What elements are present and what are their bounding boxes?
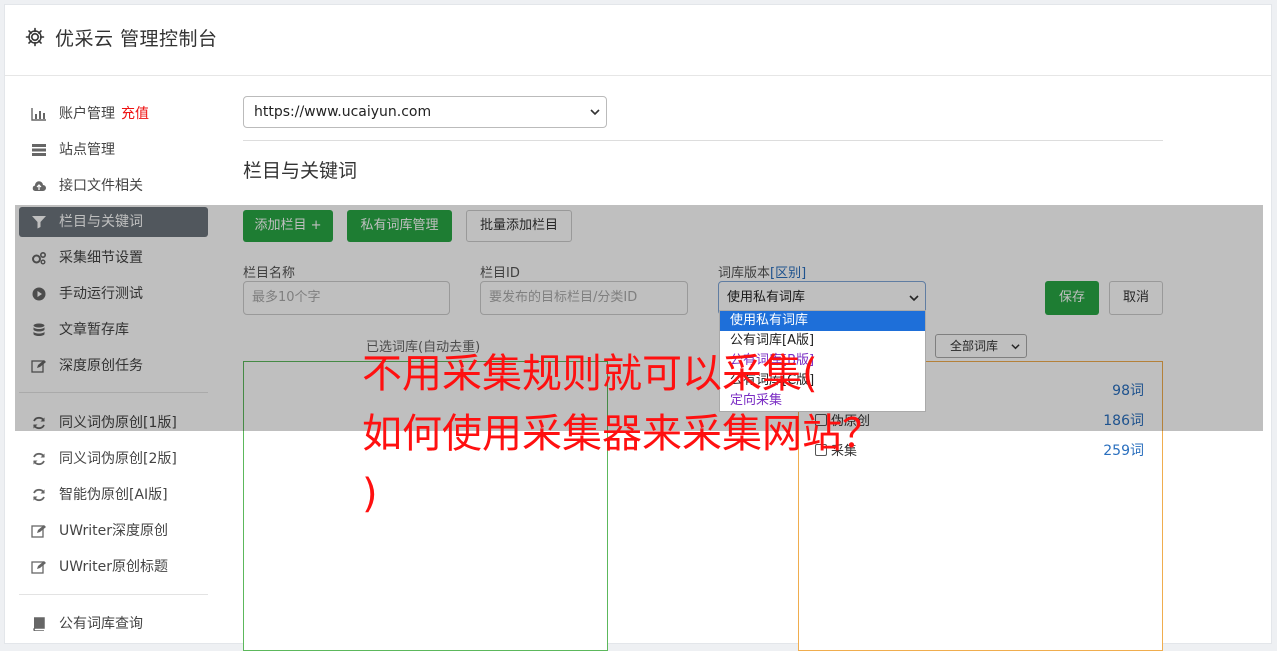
bar-chart-icon bbox=[31, 108, 46, 121]
chevron-down-icon bbox=[590, 109, 600, 116]
divider bbox=[243, 140, 1163, 141]
sidebar-item-ai-rewrite[interactable]: 智能伪原创[AI版] bbox=[19, 480, 208, 510]
site-select-value: https://www.ucaiyun.com bbox=[254, 104, 432, 120]
sidebar-item-sites[interactable]: 站点管理 bbox=[19, 135, 208, 165]
gear-icon bbox=[25, 27, 45, 47]
section-title: 栏目与关键词 bbox=[243, 160, 358, 182]
sidebar-item-label: 接口文件相关 bbox=[59, 178, 143, 194]
sidebar-item-public-lib[interactable]: 公有词库查询 bbox=[19, 609, 208, 639]
sidebar-item-account[interactable]: 账户管理 充值 bbox=[19, 99, 208, 129]
server-icon bbox=[32, 144, 46, 156]
sidebar-item-label: 同义词伪原创[2版] bbox=[59, 451, 177, 467]
app-title: 优采云 管理控制台 bbox=[55, 28, 218, 50]
sidebar-divider bbox=[19, 594, 208, 595]
sidebar-item-interface[interactable]: 接口文件相关 bbox=[19, 171, 208, 201]
refresh-icon bbox=[33, 488, 45, 502]
sidebar-item-uwriter-deep[interactable]: UWriter深度原创 bbox=[19, 516, 208, 546]
sidebar-item-label: 智能伪原创[AI版] bbox=[59, 487, 168, 503]
site-select[interactable]: https://www.ucaiyun.com bbox=[243, 96, 607, 128]
top-bar: 优采云 管理控制台 bbox=[5, 5, 1271, 76]
sidebar-item-uwriter-title[interactable]: UWriter原创标题 bbox=[19, 552, 208, 582]
sidebar-item-label: UWriter深度原创 bbox=[59, 523, 168, 539]
refresh-icon bbox=[33, 452, 45, 466]
edit-icon bbox=[31, 525, 46, 538]
sidebar-item-label: 站点管理 bbox=[59, 142, 115, 158]
sidebar-item-synonym-v2[interactable]: 同义词伪原创[2版] bbox=[19, 444, 208, 474]
sidebar-item-label: 账户管理 bbox=[59, 106, 115, 122]
headline-overlay: 不用采集规则就可以采集( 如何使用采集器来采集网站？ ) bbox=[362, 351, 882, 517]
book-icon bbox=[33, 617, 45, 631]
sidebar-item-label: UWriter原创标题 bbox=[59, 559, 168, 575]
recharge-link[interactable]: 充值 bbox=[121, 106, 149, 122]
cloud-upload-icon bbox=[32, 181, 46, 191]
lib-count: 259词 bbox=[1103, 443, 1144, 459]
sidebar-item-label: 公有词库查询 bbox=[59, 616, 143, 632]
dropdown-option[interactable]: 使用私有词库 bbox=[720, 311, 925, 331]
edit-icon bbox=[31, 561, 46, 574]
